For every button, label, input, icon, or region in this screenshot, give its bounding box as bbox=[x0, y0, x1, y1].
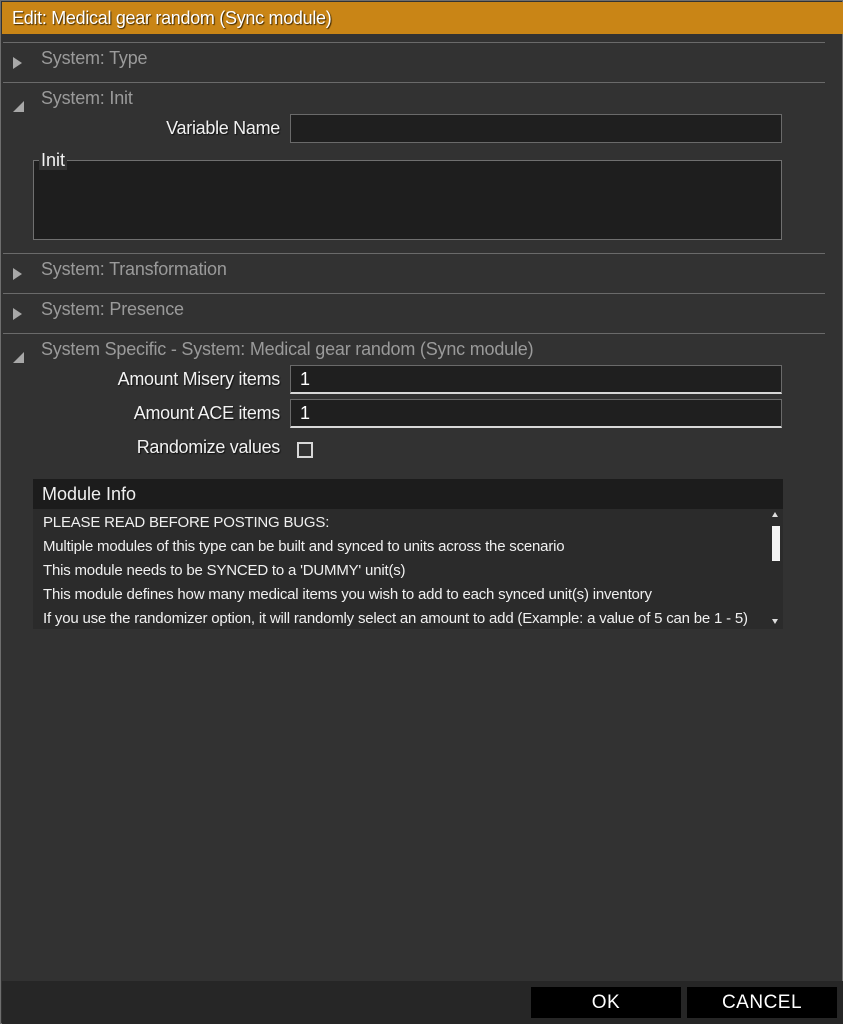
info-line: If you use the randomizer option, it wil… bbox=[43, 610, 748, 627]
ace-items-input[interactable]: 1 bbox=[290, 399, 782, 428]
collapse-arrow-icon bbox=[13, 101, 24, 112]
variable-name-input[interactable] bbox=[290, 114, 782, 143]
module-info-title: Module Info bbox=[33, 479, 783, 509]
module-info-scrollbar[interactable] bbox=[770, 509, 782, 627]
ok-button[interactable]: OK bbox=[531, 987, 681, 1018]
section-system-transformation[interactable]: System: Transformation bbox=[3, 253, 825, 291]
section-system-type[interactable]: System: Type bbox=[3, 42, 825, 80]
section-label: System: Type bbox=[41, 48, 148, 68]
section-label: System: Transformation bbox=[41, 259, 227, 279]
misery-items-label: Amount Misery items bbox=[117, 369, 281, 389]
expand-arrow-icon bbox=[13, 308, 22, 320]
info-line: Multiple modules of this type can be bui… bbox=[43, 538, 565, 555]
module-info-panel: Module Info PLEASE READ BEFORE POSTING B… bbox=[33, 479, 783, 629]
init-label: Init bbox=[39, 150, 68, 170]
section-label: System Specific - System: Medical gear r… bbox=[41, 339, 534, 359]
dialog-title: Edit: Medical gear random (Sync module) bbox=[2, 2, 843, 34]
scroll-down-arrow-icon[interactable] bbox=[772, 619, 778, 624]
variable-name-label: Variable Name bbox=[166, 118, 280, 138]
info-line: This module needs to be SYNCED to a 'DUM… bbox=[43, 562, 406, 579]
scroll-up-arrow-icon[interactable] bbox=[772, 512, 778, 517]
section-label: System: Init bbox=[41, 88, 133, 108]
scroll-thumb[interactable] bbox=[772, 526, 780, 561]
info-line: PLEASE READ BEFORE POSTING BUGS: bbox=[43, 514, 330, 531]
module-info-text: PLEASE READ BEFORE POSTING BUGS: Multipl… bbox=[43, 511, 773, 631]
info-line: This module defines how many medical ite… bbox=[43, 586, 652, 603]
section-system-presence[interactable]: System: Presence bbox=[3, 293, 825, 331]
expand-arrow-icon bbox=[13, 268, 22, 280]
misery-items-input[interactable]: 1 bbox=[290, 365, 782, 394]
init-textarea[interactable] bbox=[33, 160, 782, 240]
randomize-values-label: Randomize values bbox=[136, 437, 281, 457]
section-label: System: Presence bbox=[41, 299, 184, 319]
ace-items-label: Amount ACE items bbox=[133, 403, 281, 423]
randomize-values-checkbox[interactable] bbox=[297, 442, 313, 458]
collapse-arrow-icon bbox=[13, 352, 24, 363]
cancel-button[interactable]: CANCEL bbox=[687, 987, 837, 1018]
expand-arrow-icon bbox=[13, 57, 22, 69]
edit-module-dialog: Edit: Medical gear random (Sync module) … bbox=[0, 0, 843, 1024]
